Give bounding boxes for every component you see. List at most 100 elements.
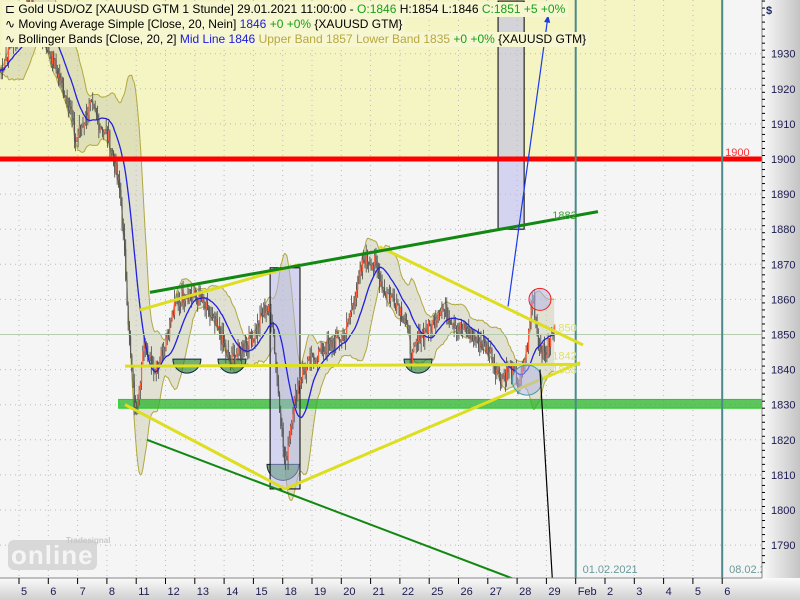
close-value: C:1851 +5 +0% bbox=[481, 2, 566, 16]
candle-body bbox=[332, 341, 334, 348]
candle-body bbox=[375, 255, 377, 262]
candle-body bbox=[355, 289, 358, 299]
candle-body bbox=[545, 352, 547, 358]
candle-body bbox=[174, 300, 176, 315]
candle-body bbox=[210, 315, 212, 317]
candle-body bbox=[303, 368, 305, 372]
candle-body bbox=[475, 339, 477, 340]
price-chart[interactable]: 1900188218501842183801.02.2021 08.02.2$17… bbox=[0, 0, 800, 600]
candle-body bbox=[458, 326, 460, 330]
bb-mid: Mid Line 1846 bbox=[179, 32, 256, 46]
candle-body bbox=[318, 349, 320, 362]
price-tick-label: 1790 bbox=[771, 540, 795, 552]
candle-body bbox=[6, 56, 8, 62]
legend-bb: ∿ Bollinger Bands [Close, 20, 2] Mid Lin… bbox=[2, 32, 590, 47]
time-tick-label: 4 bbox=[666, 586, 672, 598]
candle-body bbox=[126, 279, 128, 306]
candle-body bbox=[225, 344, 227, 353]
candle-body bbox=[92, 100, 94, 104]
candle-body bbox=[301, 378, 303, 380]
candle-body bbox=[260, 313, 262, 316]
candle-body bbox=[441, 308, 443, 312]
candle-body bbox=[127, 305, 129, 325]
candle-body bbox=[459, 322, 461, 330]
candle-body bbox=[219, 326, 221, 336]
candle-body bbox=[55, 59, 57, 71]
candle-body bbox=[420, 337, 422, 344]
candle-body bbox=[123, 233, 126, 250]
candle-body bbox=[354, 298, 356, 305]
candle-body bbox=[431, 319, 433, 332]
candle-body bbox=[445, 304, 447, 311]
candle-body bbox=[281, 426, 283, 429]
candle-body bbox=[368, 261, 370, 265]
candle-body bbox=[462, 329, 464, 330]
price-tick-label: 1850 bbox=[771, 330, 795, 342]
candle-body bbox=[94, 107, 96, 112]
ma-name: Moving Average Simple [Close, 20, Nein] bbox=[18, 17, 237, 31]
time-tick-label: 5 bbox=[21, 586, 27, 598]
candle-body bbox=[82, 126, 84, 128]
candle-body bbox=[104, 129, 106, 133]
candle-body bbox=[485, 342, 487, 353]
candle-body bbox=[5, 56, 7, 61]
candle-body bbox=[70, 106, 72, 109]
candle-body bbox=[425, 328, 427, 333]
candle-body bbox=[391, 294, 393, 296]
candle-body bbox=[443, 309, 445, 311]
price-tick-label: 1840 bbox=[771, 365, 795, 377]
candle-body bbox=[489, 352, 491, 358]
time-tick-label: 19 bbox=[314, 586, 326, 598]
candle-body bbox=[93, 103, 95, 108]
price-label: 1842 bbox=[552, 351, 576, 363]
candle-body bbox=[250, 338, 253, 346]
candle-body bbox=[233, 354, 235, 365]
candle-body bbox=[319, 349, 321, 351]
candle-body bbox=[206, 302, 209, 306]
candle-body bbox=[528, 330, 530, 351]
candle-body bbox=[51, 52, 54, 65]
candle-body bbox=[388, 293, 391, 301]
candle-body bbox=[464, 323, 466, 329]
tradesignal-logo: Tradesignal online bbox=[8, 536, 110, 571]
candle-body bbox=[330, 340, 332, 341]
candle-body bbox=[246, 342, 248, 346]
candle-body bbox=[170, 320, 172, 322]
bb-change: +0 +0% bbox=[453, 32, 495, 46]
candle-body bbox=[72, 117, 74, 122]
candle-body bbox=[73, 121, 76, 141]
candle-body bbox=[299, 378, 301, 385]
time-tick-label: 25 bbox=[431, 586, 443, 598]
price-tick-label: 1890 bbox=[771, 189, 795, 201]
bb-name: Bollinger Bands [Close, 20, 2] bbox=[18, 32, 177, 46]
candle-body bbox=[268, 304, 270, 312]
candle-body bbox=[121, 204, 123, 229]
price-tick-label: 1820 bbox=[771, 435, 795, 447]
candle-body bbox=[142, 351, 144, 365]
highlight-box bbox=[269, 267, 301, 490]
candle-body bbox=[393, 298, 395, 307]
candle-body bbox=[134, 402, 137, 408]
candle-body bbox=[313, 354, 315, 361]
candle-body bbox=[416, 341, 419, 342]
candle-body bbox=[91, 100, 93, 102]
candle-body bbox=[133, 381, 135, 408]
candle-body bbox=[99, 127, 101, 131]
candle-body bbox=[322, 352, 325, 355]
price-label: 1882 bbox=[552, 210, 576, 222]
candle-body bbox=[53, 52, 55, 68]
candle-body bbox=[244, 342, 246, 350]
candle-body bbox=[282, 428, 284, 448]
time-tick-label: 2 bbox=[607, 586, 613, 598]
candle-body bbox=[100, 127, 102, 129]
candle-body bbox=[88, 103, 90, 116]
candle-body bbox=[108, 130, 110, 141]
circle-marker bbox=[511, 364, 543, 396]
time-tick-label: 11 bbox=[138, 586, 149, 598]
low-value: L:1846 bbox=[441, 2, 479, 16]
candle-body bbox=[215, 318, 217, 325]
candle-body bbox=[402, 318, 404, 321]
candle-body bbox=[197, 299, 199, 305]
candle-body bbox=[231, 353, 233, 363]
candle-body bbox=[427, 320, 430, 334]
